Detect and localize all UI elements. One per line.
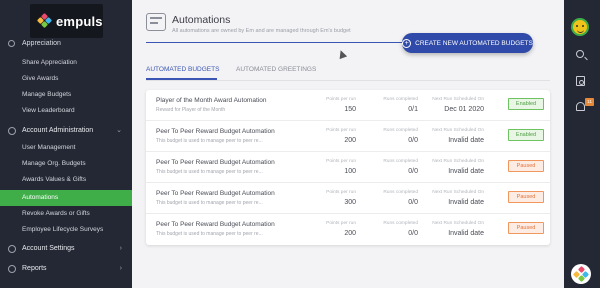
sidebar-item-view-leaderboard[interactable]: View Leaderboard xyxy=(0,103,132,119)
status-badge[interactable]: Paused xyxy=(508,222,544,234)
gear-icon xyxy=(8,245,16,253)
right-toolbar xyxy=(564,0,600,288)
next-run-value: Dec 01 2020 xyxy=(444,106,484,113)
sidebar-section-account-settings[interactable]: Account Settings › xyxy=(0,240,132,258)
runs-label: Runs completed xyxy=(383,159,418,164)
points-label: Points per run xyxy=(326,159,356,164)
sidebar-section-appreciation[interactable]: Appreciation xyxy=(22,40,61,47)
appreciation-icon xyxy=(8,40,15,47)
points-label: Points per run xyxy=(326,190,356,195)
logo-icon xyxy=(36,12,53,29)
next-run-label: Next Run Scheduled On xyxy=(432,97,484,102)
page-subtitle: All automations are owned by Em and are … xyxy=(172,28,351,34)
page-title: Automations xyxy=(172,14,231,26)
points-value: 200 xyxy=(344,137,356,144)
points-value: 150 xyxy=(344,106,356,113)
runs-value: 0/0 xyxy=(408,168,418,175)
sidebar-item-employee-lifecycle-surveys[interactable]: Employee Lifecycle Surveys xyxy=(0,222,132,238)
tab-divider xyxy=(146,80,550,81)
next-run-label: Next Run Scheduled On xyxy=(432,190,484,195)
points-label: Points per run xyxy=(326,97,356,102)
shield-icon xyxy=(8,127,16,135)
automation-name: Peer To Peer Reward Budget Automation xyxy=(156,159,275,166)
next-run-label: Next Run Scheduled On xyxy=(432,159,484,164)
help-icon[interactable] xyxy=(571,264,591,284)
brand-name: empuls xyxy=(56,13,103,29)
automation-name: Peer To Peer Reward Budget Automation xyxy=(156,128,275,135)
sidebar-section-account-administration[interactable]: Account Administration ⌄ xyxy=(0,122,132,140)
automation-name: Peer To Peer Reward Budget Automation xyxy=(156,190,275,197)
points-label: Points per run xyxy=(326,221,356,226)
sidebar-section-reports[interactable]: Reports › xyxy=(0,260,132,278)
brand-logo[interactable]: empuls xyxy=(30,4,103,38)
table-row[interactable]: Peer To Peer Reward Budget Automation Th… xyxy=(146,121,550,152)
runs-label: Runs completed xyxy=(383,97,418,102)
sidebar-item-manage-budgets[interactable]: Manage Budgets xyxy=(0,87,132,103)
sidebar-item-give-awards[interactable]: Give Awards xyxy=(0,71,132,87)
sidebar-item-automations[interactable]: Automations xyxy=(0,190,132,206)
create-automated-budget-button[interactable]: + CREATE NEW AUTOMATED BUDGETS xyxy=(402,33,533,53)
points-value: 100 xyxy=(344,168,356,175)
automation-description: This budget is used to manage peer to pe… xyxy=(156,138,263,144)
automation-name: Player of the Month Award Automation xyxy=(156,97,267,104)
document-icon[interactable] xyxy=(576,76,585,86)
automation-list: Player of the Month Award Automation Rew… xyxy=(146,90,550,245)
runs-label: Runs completed xyxy=(383,221,418,226)
status-badge[interactable]: Enabled xyxy=(508,98,544,110)
notification-badge: 11 xyxy=(585,98,594,106)
automation-icon xyxy=(146,13,166,31)
bell-icon[interactable] xyxy=(576,102,585,111)
sidebar: empuls Appreciation Share Appreciation G… xyxy=(0,0,132,288)
chevron-down-icon: ⌄ xyxy=(116,127,122,134)
sidebar-item-manage-org-budgets[interactable]: Manage Org. Budgets xyxy=(0,156,132,172)
status-badge[interactable]: Enabled xyxy=(508,129,544,141)
sidebar-section-label: Reports xyxy=(22,265,47,272)
tab-automated-greetings[interactable]: AUTOMATED GREETINGS xyxy=(236,66,316,73)
points-label: Points per run xyxy=(326,128,356,133)
next-run-label: Next Run Scheduled On xyxy=(432,221,484,226)
sidebar-section-label: Account Settings xyxy=(22,245,75,252)
sidebar-item-revoke-awards[interactable]: Revoke Awards or Gifts xyxy=(0,206,132,222)
automation-description: Reward for Player of the Month xyxy=(156,107,226,113)
table-row[interactable]: Peer To Peer Reward Budget Automation Th… xyxy=(146,214,550,245)
sidebar-item-awards-values-gifts[interactable]: Awards Values & Gifts xyxy=(0,172,132,188)
chevron-right-icon: › xyxy=(119,265,122,272)
runs-value: 0/0 xyxy=(408,137,418,144)
tab-automated-budgets[interactable]: AUTOMATED BUDGETS xyxy=(146,66,219,73)
create-button-label: CREATE NEW AUTOMATED BUDGETS xyxy=(415,39,533,47)
runs-value: 0/1 xyxy=(408,106,418,113)
sidebar-item-share-appreciation[interactable]: Share Appreciation xyxy=(0,55,132,71)
header-divider xyxy=(146,42,408,43)
runs-value: 0/0 xyxy=(408,199,418,206)
runs-label: Runs completed xyxy=(383,190,418,195)
next-run-value: Invalid date xyxy=(448,137,484,144)
next-run-value: Invalid date xyxy=(448,168,484,175)
status-badge[interactable]: Paused xyxy=(508,191,544,203)
table-row[interactable]: Player of the Month Award Automation Rew… xyxy=(146,90,550,121)
main-content: Automations All automations are owned by… xyxy=(132,0,564,288)
status-badge[interactable]: Paused xyxy=(508,160,544,172)
automation-description: This budget is used to manage peer to pe… xyxy=(156,231,263,237)
automation-name: Peer To Peer Reward Budget Automation xyxy=(156,221,275,228)
sidebar-item-user-management[interactable]: User Management xyxy=(0,140,132,156)
next-run-value: Invalid date xyxy=(448,199,484,206)
next-run-value: Invalid date xyxy=(448,230,484,237)
runs-value: 0/0 xyxy=(408,230,418,237)
search-icon[interactable] xyxy=(576,50,584,58)
plus-icon: + xyxy=(402,38,412,48)
runs-label: Runs completed xyxy=(383,128,418,133)
automation-description: This budget is used to manage peer to pe… xyxy=(156,200,263,206)
table-row[interactable]: Peer To Peer Reward Budget Automation Th… xyxy=(146,152,550,183)
points-value: 300 xyxy=(344,199,356,206)
chevron-right-icon: › xyxy=(119,245,122,252)
sidebar-section-label: Account Administration xyxy=(22,127,94,134)
table-row[interactable]: Peer To Peer Reward Budget Automation Th… xyxy=(146,183,550,214)
next-run-label: Next Run Scheduled On xyxy=(432,128,484,133)
reports-icon xyxy=(8,265,16,273)
automation-description: This budget is used to manage peer to pe… xyxy=(156,169,263,175)
points-value: 200 xyxy=(344,230,356,237)
avatar[interactable] xyxy=(571,18,589,36)
